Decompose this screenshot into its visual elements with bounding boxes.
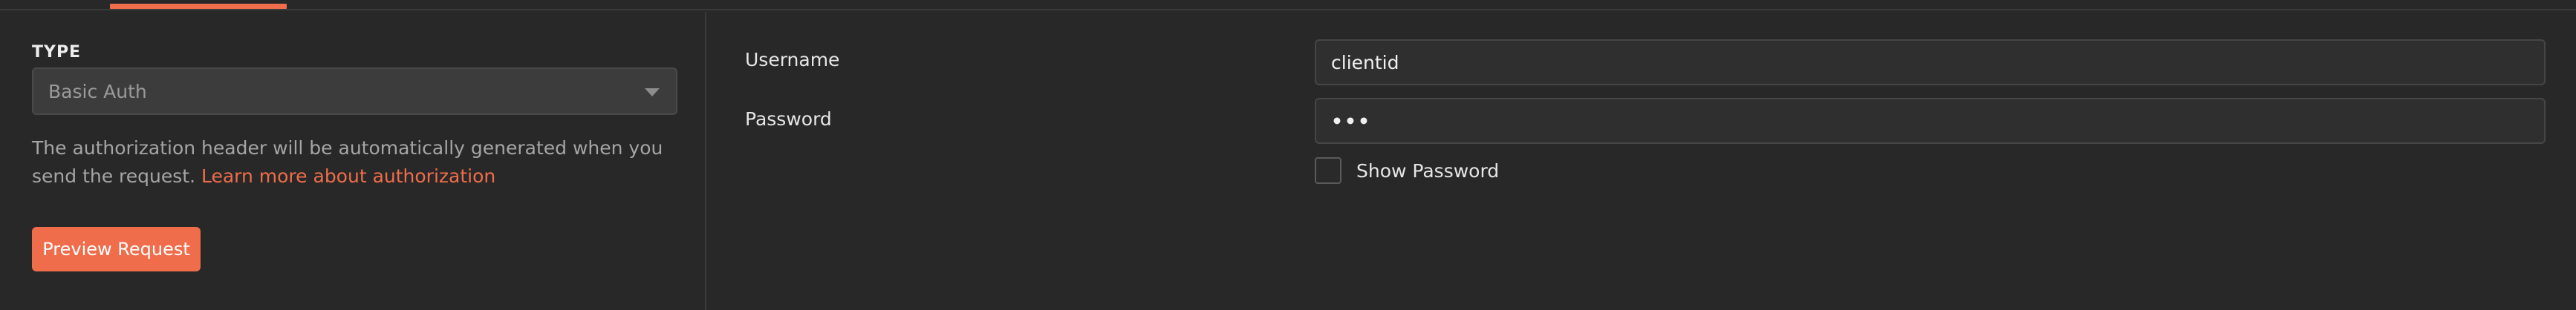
preview-request-button[interactable]: Preview Request: [32, 227, 201, 271]
type-label: TYPE: [32, 43, 82, 62]
password-input[interactable]: •••: [1315, 98, 2546, 144]
username-input[interactable]: clientid: [1315, 39, 2546, 85]
chevron-down-icon: [645, 88, 660, 96]
credentials-pane: Username clientid Password ••• Show Pass…: [708, 12, 2576, 310]
username-label: Username: [745, 49, 840, 70]
auth-type-value: Basic Auth: [48, 80, 147, 102]
show-password-toggle[interactable]: Show Password: [1315, 157, 1499, 184]
learn-more-link[interactable]: Learn more about authorization: [201, 165, 495, 187]
auth-type-pane: TYPE Basic Auth The authorization header…: [0, 12, 706, 310]
tab-bar: [0, 0, 2576, 10]
auth-description: The authorization header will be automat…: [32, 134, 686, 191]
auth-type-select[interactable]: Basic Auth: [32, 67, 677, 115]
show-password-label: Show Password: [1356, 159, 1500, 182]
show-password-checkbox[interactable]: [1315, 157, 1341, 184]
active-tab-indicator: [110, 4, 287, 9]
auth-panel: TYPE Basic Auth The authorization header…: [0, 0, 2576, 310]
password-label: Password: [745, 108, 832, 130]
